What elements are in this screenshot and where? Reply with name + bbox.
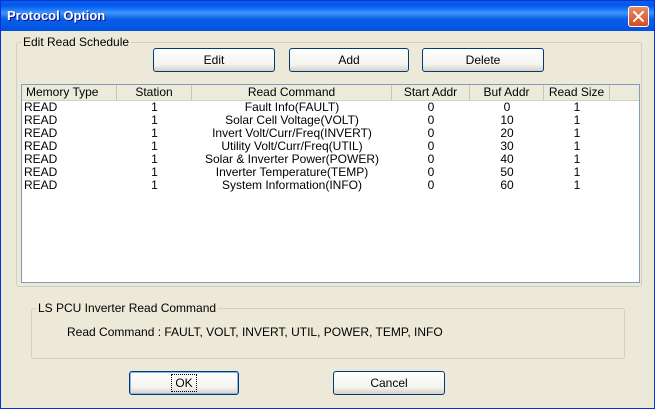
table-row[interactable]: READ 1 Solar Cell Voltage(VOLT) 0 10 1 <box>22 114 639 127</box>
cell-memory-type: READ <box>24 179 58 192</box>
cell-station: 1 <box>151 166 158 179</box>
cell-start-addr: 0 <box>427 179 435 192</box>
cell-read-size: 1 <box>573 101 581 114</box>
list-header: Memory Type Station Read Command Start A… <box>22 85 639 101</box>
table-row[interactable]: READ 1 Fault Info(FAULT) 0 0 1 <box>22 101 639 114</box>
ok-button-label: OK <box>171 374 197 392</box>
cell-buf-addr: 40 <box>500 153 514 166</box>
close-button[interactable] <box>628 6 649 27</box>
cell-station: 1 <box>151 114 158 127</box>
column-header-station[interactable]: Station <box>117 85 192 100</box>
cell-station: 1 <box>151 127 158 140</box>
add-button[interactable]: Add <box>289 48 409 72</box>
cell-start-addr: 0 <box>427 140 435 153</box>
cell-buf-addr: 20 <box>500 127 514 140</box>
cell-buf-addr: 60 <box>500 179 514 192</box>
cell-buf-addr: 10 <box>500 114 514 127</box>
column-header-buf-addr[interactable]: Buf Addr <box>470 85 544 100</box>
cancel-button-label: Cancel <box>370 376 408 390</box>
cancel-button[interactable]: Cancel <box>333 371 445 395</box>
column-header-start-addr[interactable]: Start Addr <box>392 85 470 100</box>
read-command-legend: LS PCU Inverter Read Command <box>38 301 217 315</box>
cell-read-size: 1 <box>573 153 581 166</box>
cell-read-command: Fault Info(FAULT) <box>244 101 340 114</box>
cell-memory-type: READ <box>24 140 58 153</box>
cell-read-size: 1 <box>573 166 581 179</box>
table-row[interactable]: READ 1 Utility Volt/Curr/Freq(UTIL) 0 30… <box>22 140 639 153</box>
list-body: READ 1 Fault Info(FAULT) 0 0 1 READ 1 So… <box>22 101 639 192</box>
title-bar[interactable]: Protocol Option <box>1 1 654 31</box>
read-schedule-list[interactable]: Memory Type Station Read Command Start A… <box>21 84 640 283</box>
table-row[interactable]: READ 1 System Information(INFO) 0 60 1 <box>22 179 639 192</box>
cell-buf-addr: 0 <box>503 101 511 114</box>
cell-station: 1 <box>151 140 158 153</box>
edit-button-label: Edit <box>203 53 225 67</box>
edit-button[interactable]: Edit <box>153 48 275 72</box>
cell-station: 1 <box>151 179 158 192</box>
cell-buf-addr: 50 <box>500 166 514 179</box>
cell-read-command: Utility Volt/Curr/Freq(UTIL) <box>221 140 363 153</box>
cell-read-command: Solar & Inverter Power(POWER) <box>204 153 380 166</box>
close-icon <box>633 11 644 22</box>
table-row[interactable]: READ 1 Invert Volt/Curr/Freq(INVERT) 0 2… <box>22 127 639 140</box>
cell-read-command: System Information(INFO) <box>221 179 363 192</box>
cell-memory-type: READ <box>24 114 58 127</box>
table-row[interactable]: READ 1 Inverter Temperature(TEMP) 0 50 1 <box>22 166 639 179</box>
cell-start-addr: 0 <box>427 153 435 166</box>
table-row[interactable]: READ 1 Solar & Inverter Power(POWER) 0 4… <box>22 153 639 166</box>
cell-memory-type: READ <box>24 166 58 179</box>
cell-start-addr: 0 <box>427 166 435 179</box>
cell-memory-type: READ <box>24 127 58 140</box>
ok-button[interactable]: OK <box>129 371 239 395</box>
cell-start-addr: 0 <box>427 114 435 127</box>
protocol-option-dialog: Protocol Option Edit Read Schedule Edit … <box>0 0 655 409</box>
column-header-read-command[interactable]: Read Command <box>192 85 392 100</box>
cell-memory-type: READ <box>24 101 58 114</box>
cell-read-command: Solar Cell Voltage(VOLT) <box>225 114 359 127</box>
window-title: Protocol Option <box>7 8 106 23</box>
cell-buf-addr: 30 <box>500 140 514 153</box>
delete-button-label: Delete <box>465 53 501 67</box>
cell-station: 1 <box>151 101 158 114</box>
delete-button[interactable]: Delete <box>422 48 544 72</box>
cell-start-addr: 0 <box>427 101 435 114</box>
cell-read-command: Invert Volt/Curr/Freq(INVERT) <box>212 127 372 140</box>
cell-read-size: 1 <box>573 140 581 153</box>
add-button-label: Add <box>338 53 360 67</box>
cell-read-size: 1 <box>573 127 581 140</box>
cell-read-size: 1 <box>573 179 581 192</box>
column-header-read-size[interactable]: Read Size <box>544 85 610 100</box>
cell-read-command: Inverter Temperature(TEMP) <box>215 166 369 179</box>
dialog-client-area: Edit Read Schedule Edit Add Delete Memor… <box>5 31 650 406</box>
read-command-text: Read Command : FAULT, VOLT, INVERT, UTIL… <box>67 325 443 339</box>
cell-read-size: 1 <box>573 114 581 127</box>
cell-start-addr: 0 <box>427 127 435 140</box>
column-header-memory-type[interactable]: Memory Type <box>22 85 117 100</box>
cell-station: 1 <box>151 153 158 166</box>
cell-memory-type: READ <box>24 153 58 166</box>
edit-read-schedule-legend: Edit Read Schedule <box>23 35 130 49</box>
